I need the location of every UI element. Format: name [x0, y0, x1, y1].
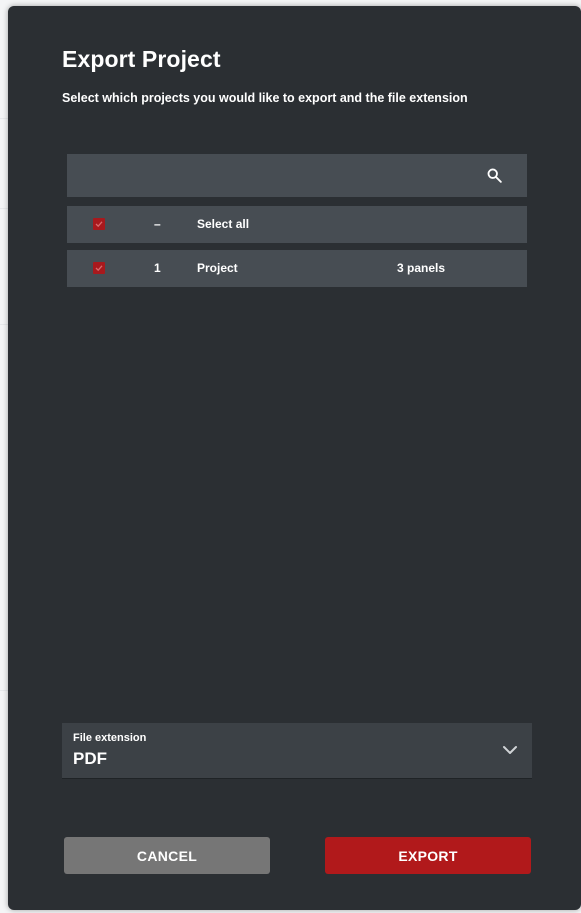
export-button[interactable]: EXPORT [325, 837, 531, 874]
check-icon [95, 265, 103, 272]
file-extension-select[interactable]: File extension PDF [62, 723, 532, 779]
search-input[interactable] [67, 154, 491, 199]
chevron-down-icon[interactable] [502, 745, 518, 755]
dialog-title: Export Project [62, 46, 221, 72]
row-project-name: Project [197, 261, 238, 275]
check-icon [95, 221, 103, 228]
file-extension-label: File extension [73, 732, 147, 744]
row-index: 1 [154, 261, 161, 275]
dialog-subtitle: Select which projects you would like to … [62, 91, 468, 105]
select-all-checkbox[interactable] [93, 218, 105, 230]
select-all-row[interactable]: – Select all [67, 206, 527, 243]
search-icon[interactable] [486, 167, 503, 184]
search-bar [67, 154, 527, 199]
row-panel-count: 3 panels [397, 261, 446, 275]
cancel-button[interactable]: CANCEL [64, 837, 270, 874]
select-all-index: – [154, 217, 161, 231]
file-extension-value: PDF [73, 749, 107, 768]
table-row[interactable]: 1 Project 3 panels [67, 250, 527, 287]
row-checkbox[interactable] [93, 262, 105, 274]
select-all-label: Select all [197, 217, 250, 231]
export-project-dialog: Export Project Select which projects you… [8, 6, 581, 910]
